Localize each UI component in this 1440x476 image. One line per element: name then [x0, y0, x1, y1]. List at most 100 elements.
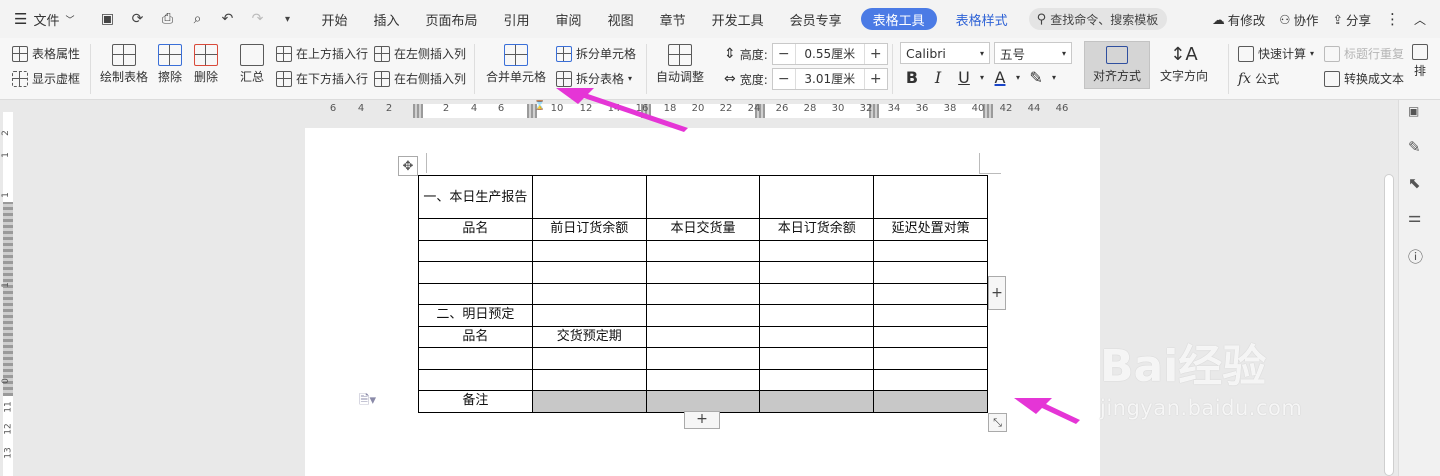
table-cell[interactable]: [873, 347, 988, 370]
show-gridlines-button[interactable]: 显示虚框: [12, 70, 80, 87]
table-cell[interactable]: 品名: [418, 218, 533, 241]
table-cell[interactable]: [531, 239, 647, 262]
insert-col-left-button[interactable]: 在左侧插入列: [374, 45, 466, 62]
selected-cell[interactable]: [531, 390, 647, 413]
align-button[interactable]: 对齐方式: [1084, 41, 1150, 89]
delete-button[interactable]: 删除: [194, 44, 218, 85]
table-cell[interactable]: [645, 304, 761, 327]
table-cell[interactable]: 品名: [418, 325, 533, 348]
redo-icon[interactable]: ↷: [248, 10, 266, 28]
chevron-down-icon[interactable]: ▾: [1052, 73, 1056, 82]
selected-cell[interactable]: [645, 390, 761, 413]
table-cell[interactable]: [873, 175, 988, 219]
share-button[interactable]: ⇪ 分享: [1332, 10, 1371, 29]
selected-cell[interactable]: [759, 390, 875, 413]
print-icon[interactable]: ⎙: [158, 10, 176, 28]
increase-icon[interactable]: +: [865, 71, 887, 87]
scrollbar-thumb[interactable]: [1384, 174, 1394, 476]
edit-pen-icon[interactable]: ✎: [1408, 138, 1421, 156]
tab-member[interactable]: 会员专享: [777, 0, 855, 38]
header-repeat-button[interactable]: 标题行重复: [1324, 45, 1404, 62]
table-cell[interactable]: [873, 325, 988, 348]
table-cell[interactable]: [645, 325, 761, 348]
insert-row-below-button[interactable]: 在下方插入行: [276, 70, 368, 87]
table-cell[interactable]: 本日交货量: [645, 218, 761, 241]
tab-layout[interactable]: 页面布局: [413, 0, 491, 38]
table-cell[interactable]: [759, 368, 875, 391]
print-preview-icon[interactable]: ⌕: [188, 10, 206, 28]
tab-review[interactable]: 审阅: [543, 0, 595, 38]
underline-icon[interactable]: U: [954, 68, 974, 87]
table-resize-icon[interactable]: ⤡: [988, 413, 1007, 432]
font-color-icon[interactable]: A: [990, 68, 1010, 87]
table-cell[interactable]: [418, 261, 533, 284]
indent-marker-icon[interactable]: ⌛: [534, 101, 545, 111]
paragraph-layout-icon[interactable]: 🗎▾: [359, 391, 376, 413]
add-row-button[interactable]: +: [684, 411, 720, 429]
insert-row-above-button[interactable]: 在上方插入行: [276, 45, 368, 62]
table-cell[interactable]: [531, 261, 647, 284]
table-cell[interactable]: [418, 368, 533, 391]
row-height-value[interactable]: 0.55厘米: [794, 44, 865, 64]
table-cell[interactable]: [759, 325, 875, 348]
tab-developer[interactable]: 开发工具: [699, 0, 777, 38]
col-width-value[interactable]: 3.01厘米: [794, 69, 865, 89]
table-cell[interactable]: [645, 347, 761, 370]
selected-cell[interactable]: [873, 390, 988, 413]
text-direction-button[interactable]: ↕A 文字方向: [1160, 44, 1208, 84]
split-table-button[interactable]: 拆分表格 ▾: [556, 70, 632, 87]
file-menu[interactable]: ☰ 文件 ﹀: [0, 0, 86, 38]
decrease-icon[interactable]: −: [773, 71, 795, 87]
align-control[interactable]: 对齐方式: [1084, 41, 1150, 89]
tab-section[interactable]: 章节: [647, 0, 699, 38]
sort-button[interactable]: 排: [1412, 44, 1428, 79]
row-height-stepper[interactable]: − 0.55厘米 +: [771, 43, 888, 65]
collapse-ribbon-icon[interactable]: ︿: [1414, 11, 1426, 28]
table-cell[interactable]: [645, 261, 761, 284]
save-icon[interactable]: ▣: [98, 10, 116, 28]
table-properties-button[interactable]: 表格属性: [12, 45, 80, 62]
table-cell[interactable]: 一、本日生产报告: [418, 175, 533, 219]
table-cell[interactable]: [759, 304, 875, 327]
table-cell[interactable]: [645, 368, 761, 391]
table-cell[interactable]: [531, 304, 647, 327]
table-cell[interactable]: 二、明日预定: [418, 304, 533, 327]
cursor-select-icon[interactable]: ⬉: [1408, 174, 1421, 192]
ruler-column-marker[interactable]: [413, 104, 423, 118]
table-cell[interactable]: [759, 261, 875, 284]
tab-table-tools[interactable]: 表格工具: [860, 8, 937, 30]
summary-button[interactable]: 汇总: [240, 44, 264, 85]
undo-icon[interactable]: ↶: [218, 10, 236, 28]
decrease-icon[interactable]: −: [773, 46, 795, 62]
adjust-sliders-icon[interactable]: ⚌: [1408, 208, 1421, 226]
chevron-down-icon[interactable]: ▾: [980, 73, 984, 82]
tab-table-style[interactable]: 表格样式: [943, 0, 1021, 38]
increase-icon[interactable]: +: [865, 46, 887, 62]
tab-references[interactable]: 引用: [491, 0, 543, 38]
table-cell[interactable]: [873, 368, 988, 391]
table-cell[interactable]: 备注: [418, 390, 533, 413]
table-cell[interactable]: [645, 239, 761, 262]
insert-col-right-button[interactable]: 在右侧插入列: [374, 70, 466, 87]
formula-button[interactable]: fx 公式: [1238, 70, 1279, 87]
document-table[interactable]: 一、本日生产报告 品名 前日订货余额 本日交货量 本日订货余额 延迟处置对策 二…: [418, 175, 988, 413]
collab-button[interactable]: ⚇ 协作: [1279, 10, 1318, 29]
table-cell[interactable]: [418, 239, 533, 262]
table-cell[interactable]: [759, 239, 875, 262]
vertical-scrollbar[interactable]: [1380, 100, 1398, 476]
bold-icon[interactable]: B: [902, 68, 922, 87]
merge-cells-button[interactable]: 合并单元格: [486, 44, 546, 85]
ruler-column-marker[interactable]: [983, 104, 993, 118]
command-search[interactable]: ⚲ 查找命令、搜索模板: [1028, 8, 1167, 30]
font-size-select[interactable]: 五号 ▾: [994, 42, 1072, 64]
more-icon[interactable]: ⋮: [1385, 10, 1400, 28]
quick-calc-button[interactable]: 快速计算 ▾: [1238, 45, 1314, 62]
cloud-sync-icon[interactable]: ⟳: [128, 10, 146, 28]
table-cell[interactable]: [759, 347, 875, 370]
font-name-select[interactable]: Calibri ▾: [900, 42, 990, 64]
table-cell[interactable]: [531, 347, 647, 370]
modified-status[interactable]: ☁ 有修改: [1212, 10, 1265, 29]
panel-toggle-icon[interactable]: ▣: [1408, 104, 1419, 118]
split-cells-button[interactable]: 拆分单元格: [556, 45, 636, 62]
chevron-down-icon[interactable]: ▾: [1016, 73, 1020, 82]
